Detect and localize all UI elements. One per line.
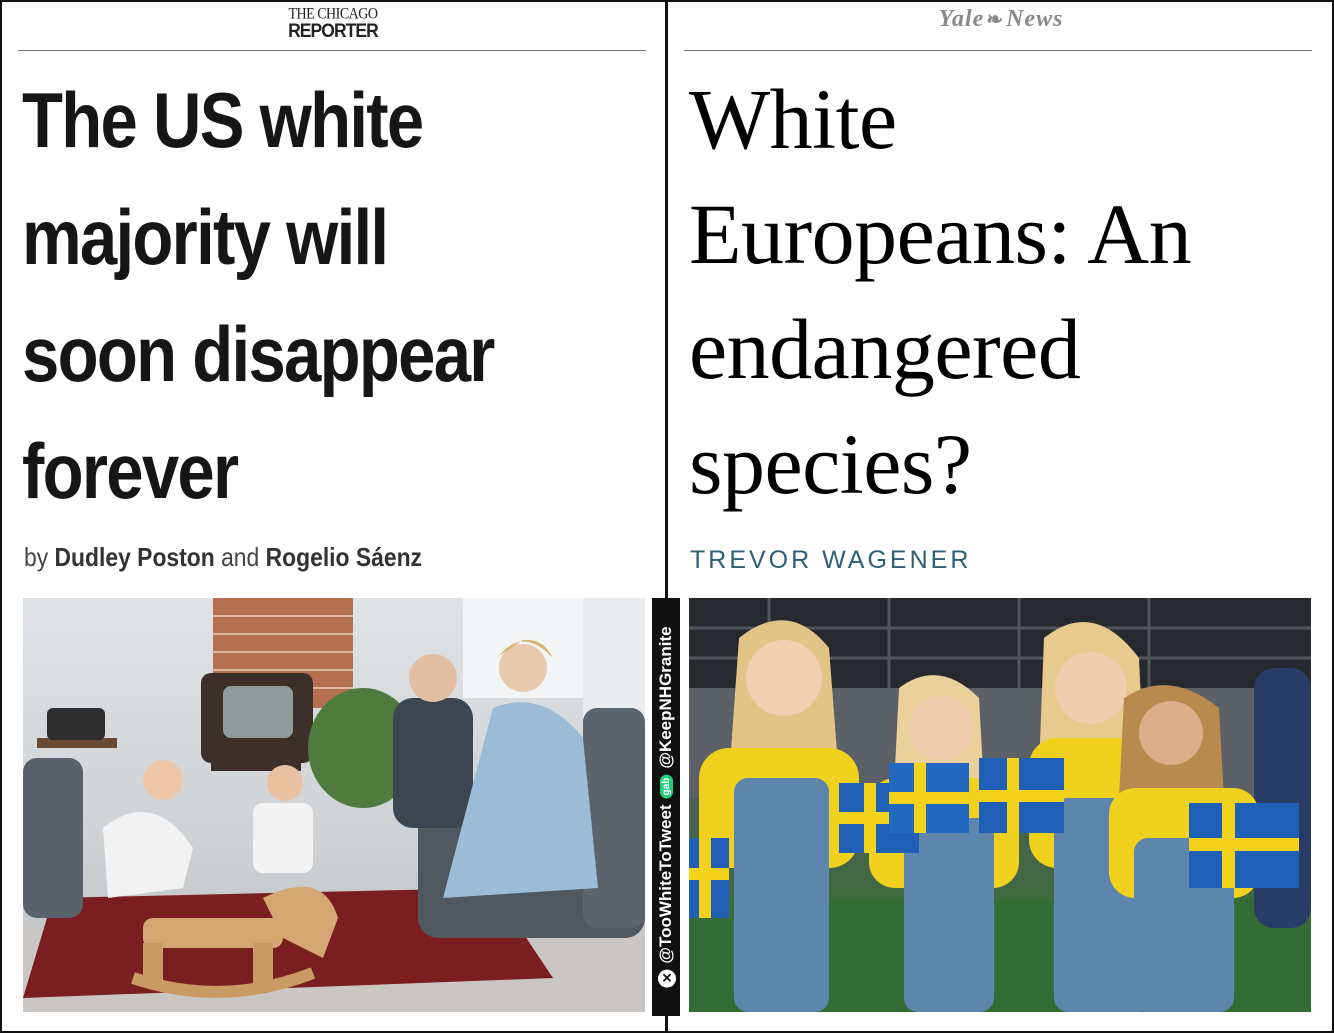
headline-line: The US white: [22, 76, 424, 164]
yale-logo-word-2: News: [1006, 6, 1064, 32]
byline-prefix: by: [24, 542, 49, 572]
headline-line: majority will: [22, 193, 389, 281]
yale-news-logo: Yale ❧News: [916, 6, 1086, 33]
swedish-flag: [689, 838, 729, 918]
headline: White Europeans: An endangered species?: [689, 62, 1329, 522]
headline-line: forever: [22, 427, 239, 515]
logo-line-2: REPORTER: [288, 21, 379, 42]
girls-with-flags-illustration: [689, 598, 1311, 1012]
author-name[interactable]: TREVOR WAGENER: [690, 546, 971, 575]
headline-line: species?: [689, 416, 972, 512]
retro-family-photo: [23, 598, 645, 1012]
headline-line: endangered: [689, 301, 1081, 397]
headline-line: Europeans: An: [689, 186, 1192, 282]
author-link[interactable]: Dudley Poston: [55, 542, 215, 572]
headline-line: soon disappear: [22, 310, 495, 398]
swedish-flag: [979, 758, 1064, 833]
headline: The US white majority will soon disappea…: [22, 62, 572, 530]
header-rule: [684, 50, 1312, 51]
retro-family-illustration: [23, 598, 645, 1012]
girls-with-flags-photo: [689, 598, 1311, 1012]
yale-news-panel: Yale ❧News White Europeans: An endangered…: [668, 0, 1334, 1033]
yale-logo-word-1: Yale: [938, 6, 985, 32]
byline: by Dudley Poston and Rogelio Sáenz: [24, 542, 422, 573]
headline-line: White: [689, 71, 897, 167]
byline-and: and: [221, 542, 260, 572]
swedish-flag: [1189, 803, 1299, 888]
header-rule: [18, 50, 646, 51]
chicago-reporter-panel: THE CHICAGO REPORTER The US white majori…: [0, 0, 665, 1033]
author-link[interactable]: Rogelio Sáenz: [266, 542, 422, 572]
chicago-reporter-logo: THE CHICAGO REPORTER: [283, 7, 383, 42]
swedish-flag: [889, 763, 969, 833]
yale-crest-icon: ❧: [986, 9, 1005, 31]
